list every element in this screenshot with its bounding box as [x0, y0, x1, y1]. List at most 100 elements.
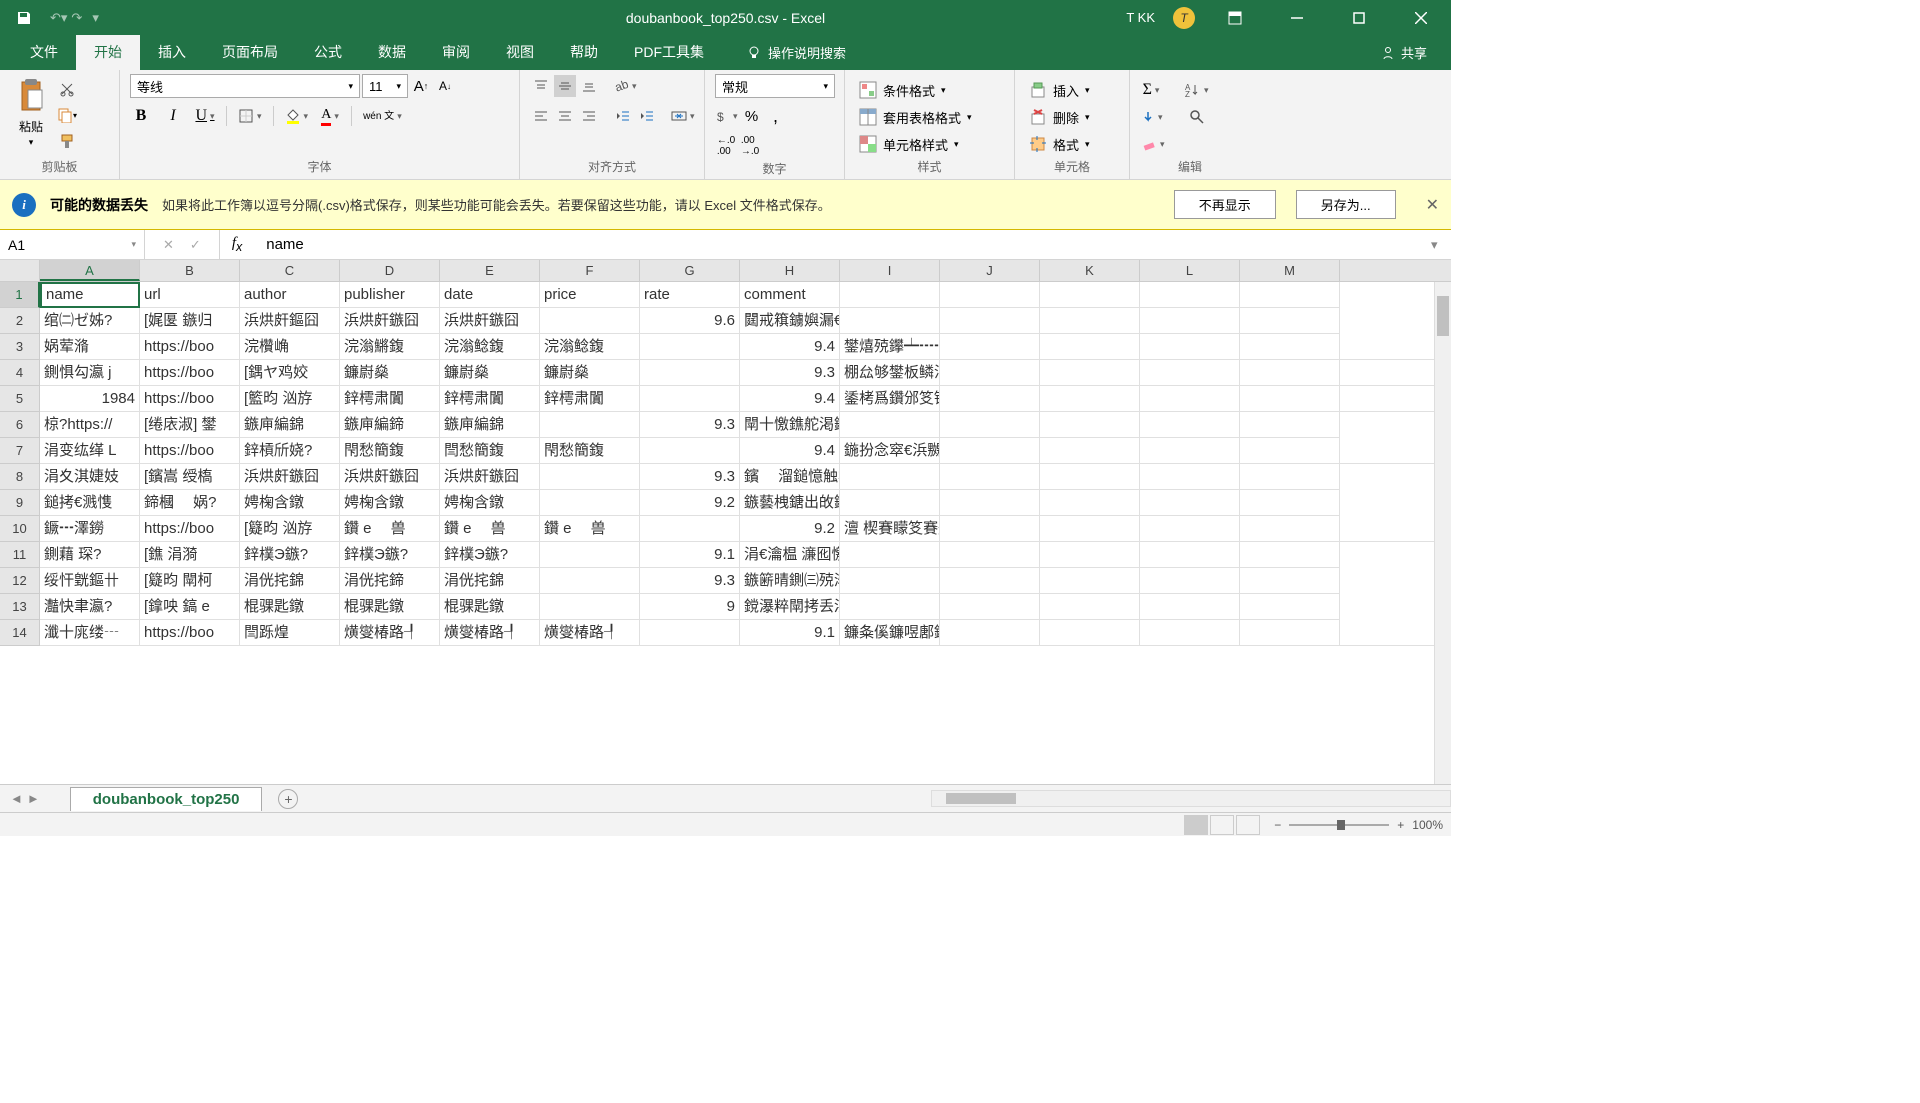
cell[interactable] [1140, 282, 1240, 308]
cell[interactable] [1040, 490, 1140, 516]
cell[interactable] [1240, 594, 1340, 620]
clear-icon[interactable] [1140, 133, 1166, 155]
col-header[interactable]: J [940, 260, 1040, 281]
cell[interactable]: https://boo [140, 438, 240, 464]
cell[interactable]: 鍗槶 娲? [140, 490, 240, 516]
fill-icon[interactable] [1140, 106, 1164, 128]
cell[interactable]: comment [740, 282, 840, 308]
cell[interactable]: 鏃庘編錦 [240, 412, 340, 438]
cell[interactable] [1140, 542, 1240, 568]
cell[interactable]: 鍦扮念窣€浜嬲竺閇儿泷 [840, 438, 940, 464]
cell[interactable] [940, 542, 1040, 568]
close-icon[interactable] [1399, 0, 1443, 35]
cell[interactable] [1240, 542, 1340, 568]
cell[interactable] [1040, 334, 1140, 360]
borders-button[interactable] [237, 105, 263, 127]
cell[interactable]: 棍骒匙鐓 [340, 594, 440, 620]
cell[interactable] [940, 620, 1040, 646]
align-top-icon[interactable] [530, 75, 552, 97]
increase-font-icon[interactable]: A↑ [410, 75, 432, 97]
select-all-corner[interactable] [0, 260, 40, 281]
comma-icon[interactable]: , [765, 105, 787, 127]
cell[interactable]: 浣欑崅 [240, 334, 340, 360]
cell[interactable] [1240, 568, 1340, 594]
cell[interactable] [940, 308, 1040, 334]
tab-view[interactable]: 视图 [488, 34, 552, 70]
zoom-in-icon[interactable]: + [1397, 818, 1404, 832]
cell[interactable] [1140, 360, 1240, 386]
conditional-formatting-button[interactable]: 条件格式▾ [855, 78, 950, 102]
format-as-table-button[interactable]: 套用表格格式▾ [855, 105, 976, 129]
col-header[interactable]: G [640, 260, 740, 281]
cell[interactable]: [鎿咉 鎬 e [140, 594, 240, 620]
cell[interactable]: 熿燮椿路┦ [340, 620, 440, 646]
cell[interactable] [1240, 308, 1340, 334]
cell[interactable] [940, 334, 1040, 360]
cell[interactable]: 鏃藝栧鎕出敀鑮勳杓瀛≌鞠鎿? [740, 490, 840, 516]
col-header[interactable]: F [540, 260, 640, 281]
cell[interactable]: [鐎 涓漪 [140, 542, 240, 568]
cell[interactable] [1140, 438, 1240, 464]
cell[interactable]: name [40, 282, 140, 308]
decrease-font-icon[interactable]: A↓ [434, 75, 456, 97]
cell[interactable] [1240, 490, 1340, 516]
cell[interactable] [1140, 620, 1240, 646]
tab-insert[interactable]: 插入 [140, 34, 204, 70]
cell-styles-button[interactable]: 单元格样式▾ [855, 132, 963, 156]
font-name-input[interactable]: 等线▾ [130, 74, 360, 98]
cell[interactable] [940, 464, 1040, 490]
cell[interactable] [1040, 542, 1140, 568]
row-header[interactable]: 6 [0, 412, 40, 438]
cell[interactable]: 涓变纮缂 L [40, 438, 140, 464]
view-normal-icon[interactable] [1184, 815, 1208, 835]
cell[interactable] [840, 490, 940, 516]
insert-cells-button[interactable]: 插入▾ [1025, 78, 1094, 102]
cell[interactable] [1140, 334, 1240, 360]
cell[interactable] [540, 490, 640, 516]
row-header[interactable]: 3 [0, 334, 40, 360]
sheet-nav-next-icon[interactable]: ► [27, 791, 40, 806]
percent-icon[interactable]: % [741, 105, 763, 127]
cell[interactable]: 涓€瀹榅 濓囮憿妤踙箞鍑鸿法塞┅燋20赛厽谀妹ュ偖塞幂殑鐮叫簽 [740, 542, 840, 568]
cell[interactable]: 娲荤潃 [40, 334, 140, 360]
row-header[interactable]: 4 [0, 360, 40, 386]
col-header[interactable]: B [140, 260, 240, 281]
cell[interactable] [1340, 334, 1440, 360]
cell[interactable]: 鋅樗肃闐 [340, 386, 440, 412]
cell[interactable]: rate [640, 282, 740, 308]
cell[interactable] [940, 282, 1040, 308]
cell[interactable]: 鐮夈傒鐮喅鄌鑛屾措浜焦笅鐒? [840, 620, 940, 646]
cell[interactable] [1240, 438, 1340, 464]
cell[interactable]: 閆跞煌 [240, 620, 340, 646]
fill-color-button[interactable] [284, 105, 310, 127]
cell[interactable] [1140, 516, 1240, 542]
cell[interactable] [1340, 438, 1440, 464]
cell[interactable]: 棍骒匙鐓 [440, 594, 540, 620]
cell[interactable] [640, 334, 740, 360]
cell[interactable]: 鋅樸Э鏃? [440, 542, 540, 568]
cell[interactable] [1040, 412, 1140, 438]
align-right-icon[interactable] [578, 105, 600, 127]
ribbon-options-icon[interactable] [1213, 0, 1257, 35]
col-header[interactable]: L [1140, 260, 1240, 281]
cell[interactable]: 9.1 [640, 542, 740, 568]
cell[interactable]: 澶 楔賽矇笅賽舵槽鎚颁簽 [840, 516, 940, 542]
qat-more-icon[interactable]: ▾ [92, 10, 99, 26]
tab-file[interactable]: 文件 [12, 34, 76, 70]
zoom-level[interactable]: 100% [1412, 818, 1443, 832]
cell[interactable]: 9.4 [740, 386, 840, 412]
cell[interactable] [1140, 308, 1240, 334]
zoom-slider[interactable] [1289, 824, 1389, 826]
cell[interactable] [1040, 386, 1140, 412]
cell[interactable]: 浜烘皯鏃囧 [240, 464, 340, 490]
cell[interactable]: 鐮嶎燊 [440, 360, 540, 386]
cell[interactable] [1040, 438, 1140, 464]
zoom-out-icon[interactable]: − [1274, 818, 1281, 832]
cell[interactable]: 9.2 [640, 490, 740, 516]
cell[interactable]: 9.3 [640, 568, 740, 594]
cell[interactable]: 9 [640, 594, 740, 620]
cell[interactable] [1040, 464, 1140, 490]
cell[interactable]: 娉椈含鐓 [440, 490, 540, 516]
row-header[interactable]: 2 [0, 308, 40, 334]
cell[interactable] [540, 308, 640, 334]
